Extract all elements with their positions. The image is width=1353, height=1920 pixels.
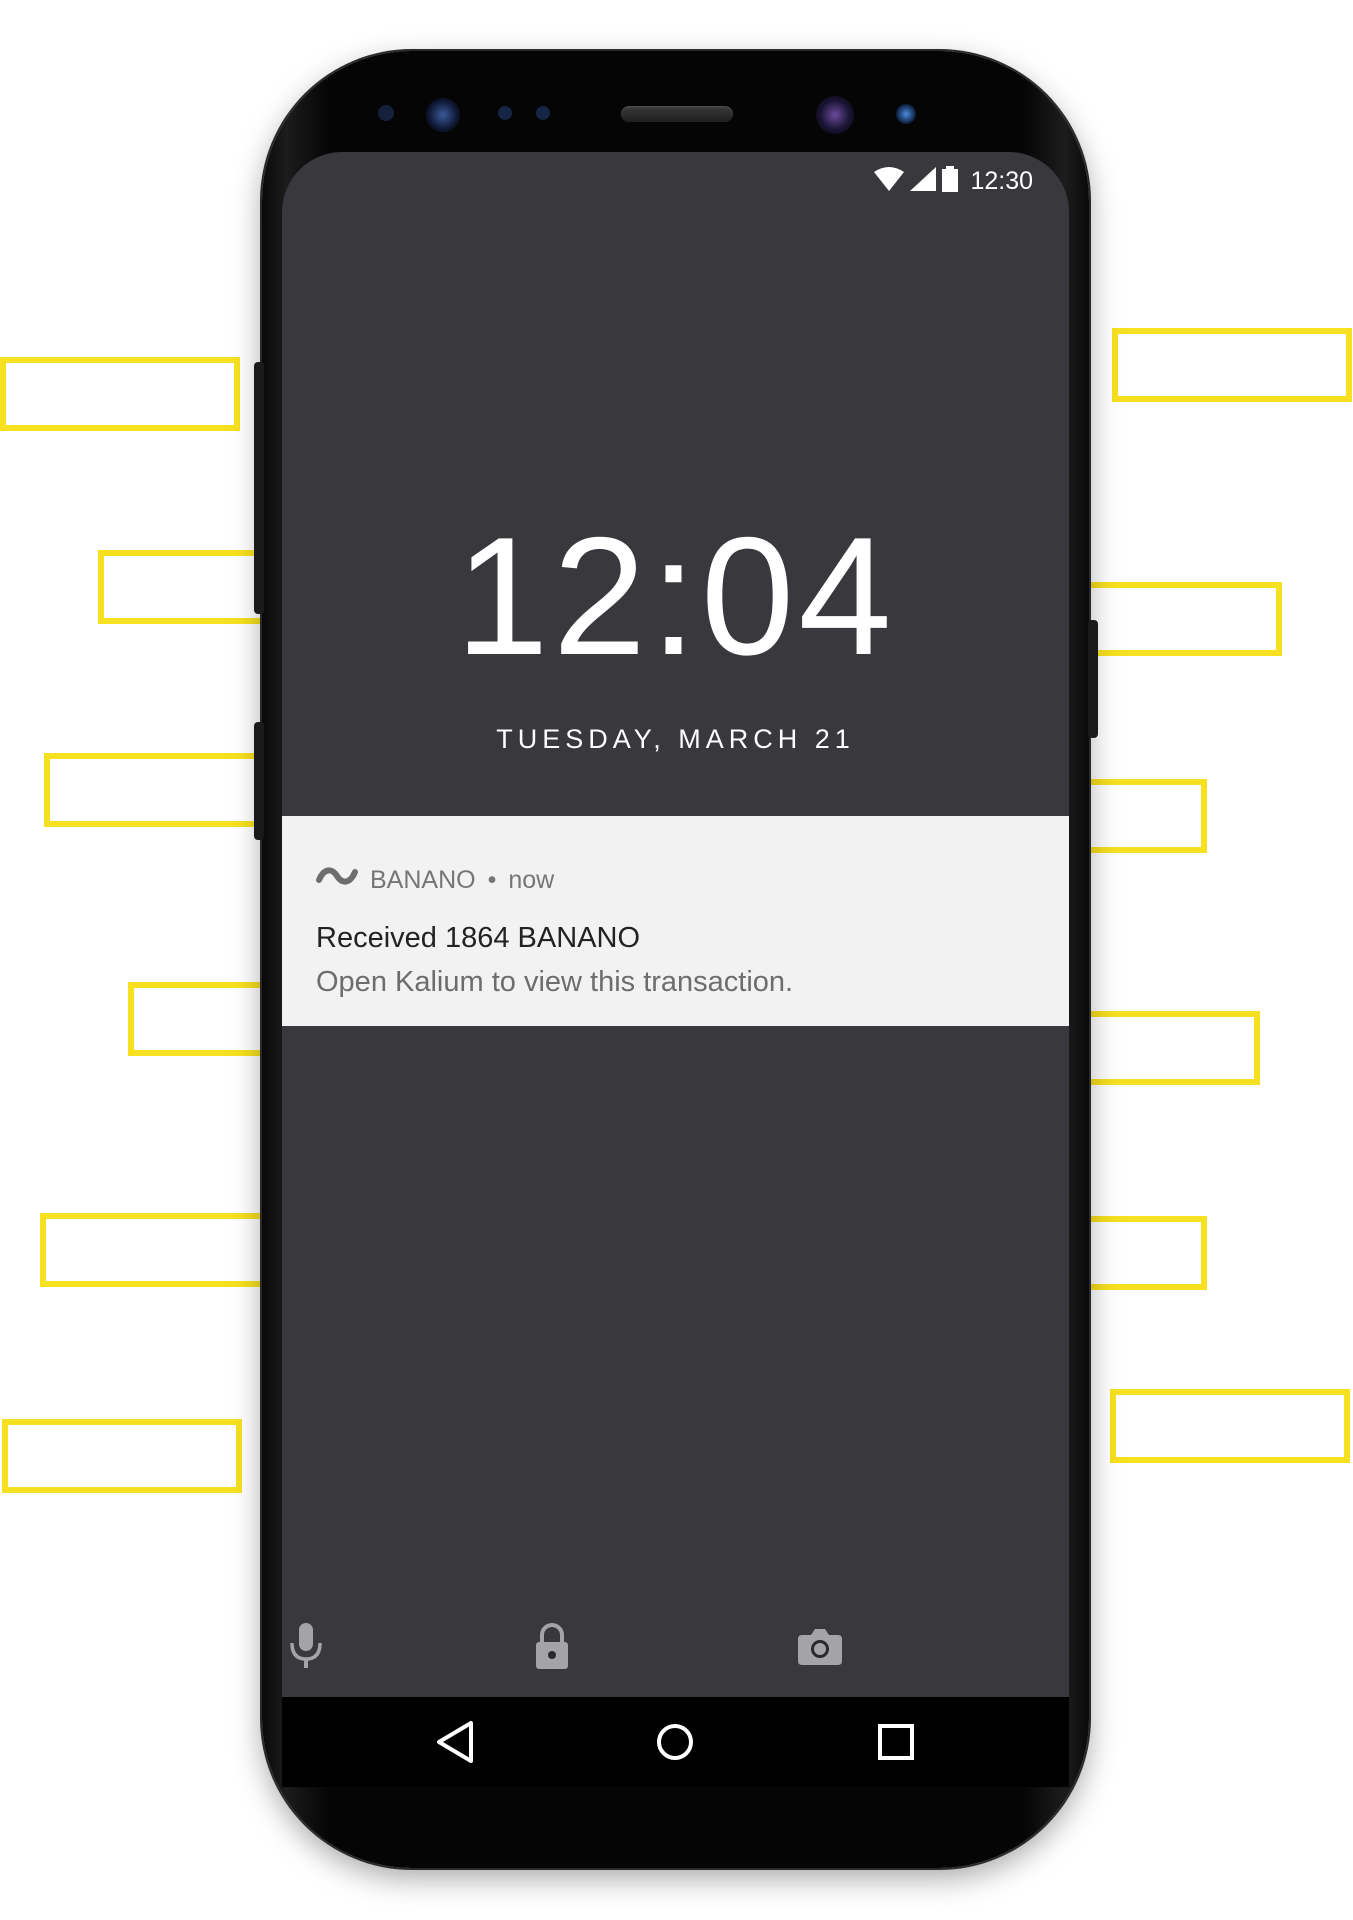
iris-scanner [426, 98, 460, 132]
led-sensor [536, 106, 550, 120]
decorative-frame [98, 550, 268, 624]
proximity-sensor [378, 105, 394, 121]
notification-time: now [508, 866, 555, 894]
back-icon[interactable] [424, 1711, 486, 1773]
lock-clock: 12:04 [455, 502, 896, 690]
notification-app-name: BANANO [370, 866, 476, 894]
cell-signal-icon [910, 167, 937, 196]
notification-header: BANANO • now [316, 866, 554, 895]
power-button[interactable] [1088, 620, 1098, 738]
decorative-frame [128, 982, 268, 1056]
notification-card[interactable]: BANANO • now Received 1864 BANANO Open K… [282, 816, 1069, 1026]
decorative-frame [1080, 1011, 1260, 1085]
banano-wave-icon [316, 866, 358, 895]
bixby-button[interactable] [254, 722, 264, 840]
decorative-frame [1080, 582, 1282, 656]
navigation-bar [282, 1697, 1069, 1787]
camera-icon[interactable] [790, 1616, 850, 1676]
decorative-frame [44, 753, 268, 827]
decorative-frame [0, 357, 240, 431]
battery-icon [942, 166, 959, 197]
status-time: 12:30 [970, 167, 1033, 195]
decorative-frame [40, 1213, 268, 1287]
status-bar: 12:30 [874, 166, 1033, 197]
recents-icon[interactable] [865, 1711, 927, 1773]
earpiece-speaker [621, 106, 733, 122]
iris-led [896, 104, 916, 124]
notification-body: Open Kalium to view this transaction. [316, 966, 794, 998]
front-camera [816, 96, 854, 134]
lock-icon[interactable] [522, 1616, 582, 1676]
decorative-frame [2, 1419, 242, 1493]
lock-screen[interactable]: 12:30 12:04 TUESDAY, MARCH 21 BANANO • n… [282, 152, 1069, 1697]
decorative-frame [1080, 779, 1207, 853]
home-icon[interactable] [644, 1711, 706, 1773]
notification-separator: • [487, 866, 497, 894]
decorative-frame [1110, 1389, 1350, 1463]
wifi-icon [874, 167, 905, 196]
led-sensor [498, 106, 512, 120]
notification-title: Received 1864 BANANO [316, 922, 640, 954]
volume-button[interactable] [254, 362, 264, 614]
microphone-icon[interactable] [282, 1616, 336, 1676]
lock-date: TUESDAY, MARCH 21 [496, 724, 855, 754]
decorative-frame [1080, 1216, 1207, 1290]
decorative-frame [1112, 328, 1352, 402]
